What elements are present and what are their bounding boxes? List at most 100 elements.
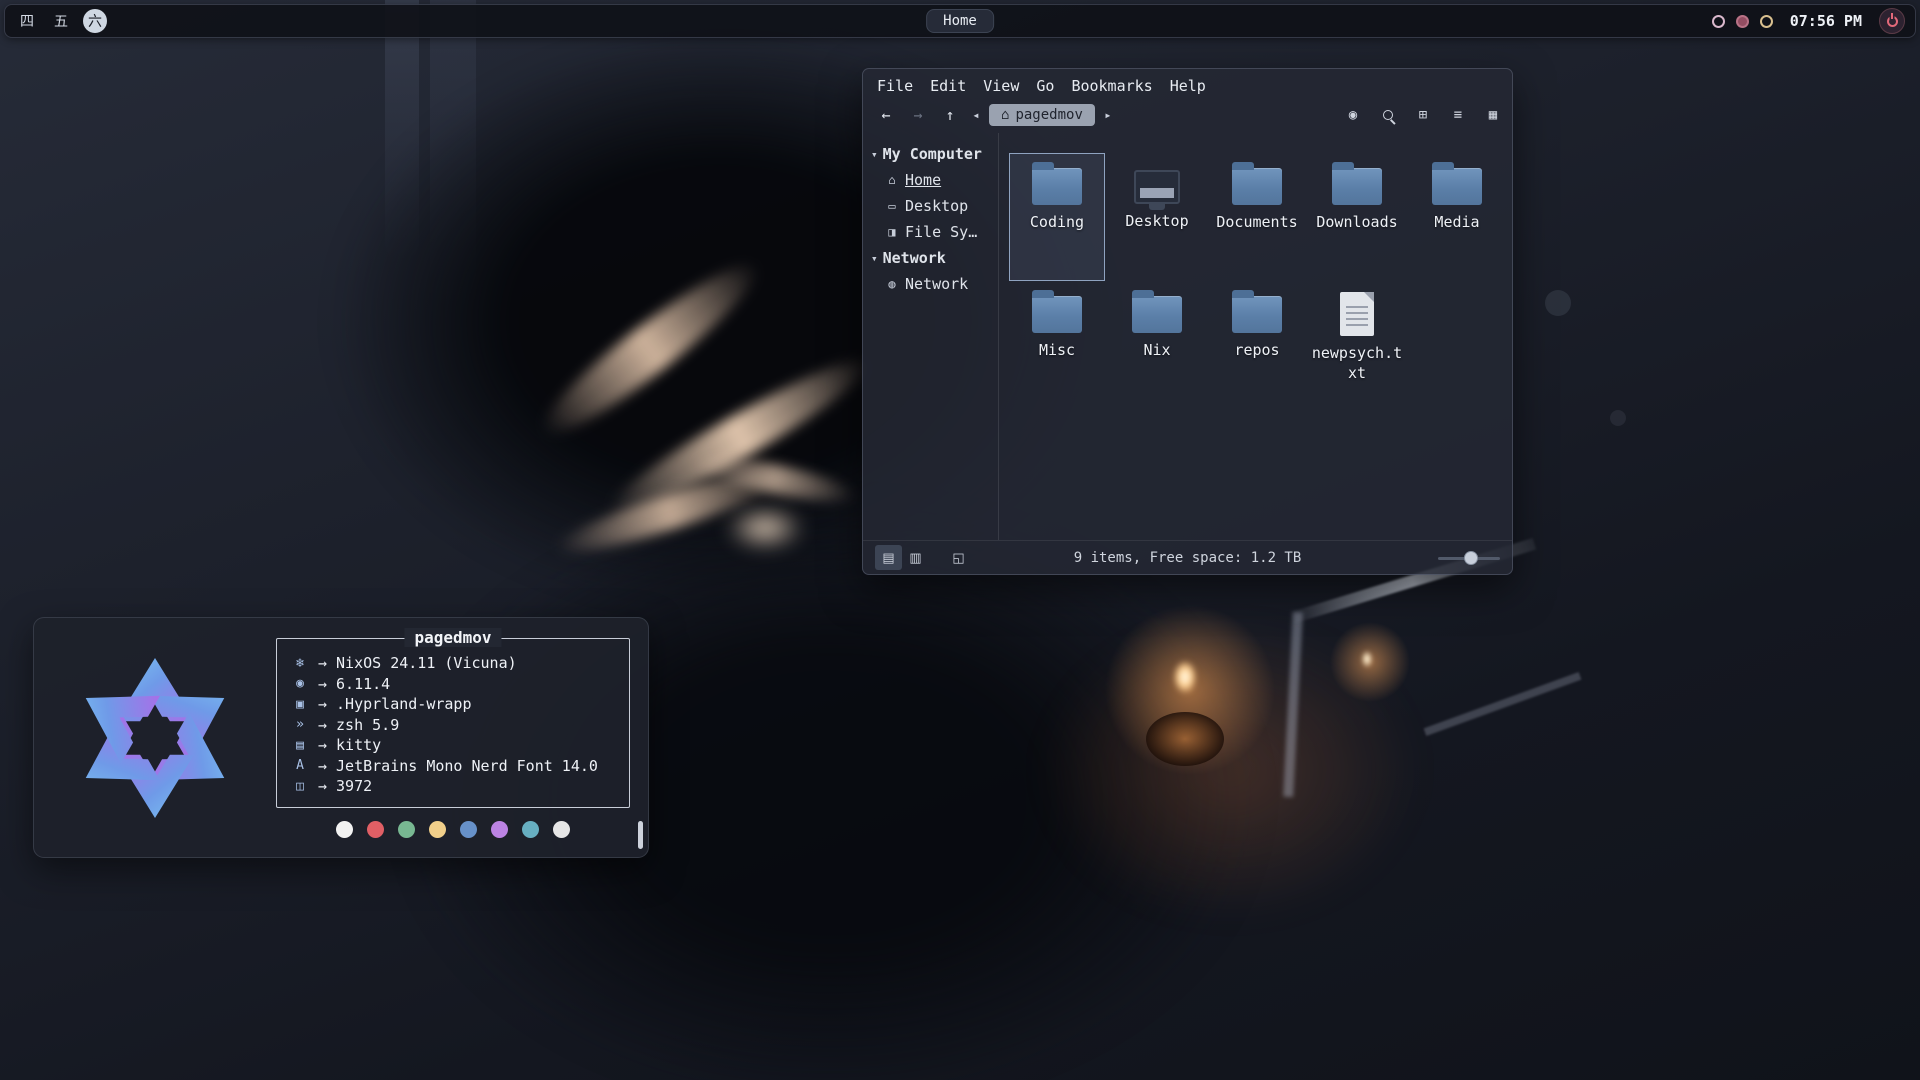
sidebar-section-network[interactable]: ▾ Network [871, 245, 998, 271]
window-body: ▾ My Computer ⌂ Home ▭ Desktop ◨ File Sy… [863, 133, 1512, 540]
file-item-downloads[interactable]: Downloads [1309, 153, 1405, 281]
color-swatch [491, 821, 508, 838]
magnifier-icon [1383, 110, 1393, 120]
search-icon[interactable] [1379, 106, 1397, 124]
folder-icon [1032, 296, 1082, 333]
file-item-nix[interactable]: Nix [1109, 281, 1205, 409]
sidebar-item-home[interactable]: ⌂ Home [871, 167, 998, 193]
icon-view-toggle[interactable]: ⊞ [1414, 106, 1432, 124]
os-value: NixOS 24.11 (Vicuna) [336, 654, 517, 672]
menu-view[interactable]: View [983, 77, 1019, 95]
power-icon [1887, 16, 1898, 27]
zoom-slider[interactable] [1438, 551, 1500, 565]
workspace-button-1[interactable]: 四 [15, 9, 39, 33]
scroll-indicator [638, 821, 643, 849]
menu-file[interactable]: File [877, 77, 913, 95]
nix-flake-icon: ❄ [291, 656, 309, 671]
arrow-icon: → [318, 736, 327, 754]
shell-icon: » [291, 717, 309, 732]
side-pane-toggle[interactable]: ▤ [875, 545, 902, 570]
workspace-switcher: 四 五 六 [15, 9, 107, 33]
chevron-down-icon: ▾ [871, 252, 878, 265]
sidebar-item-filesystem[interactable]: ◨ File Sy… [871, 219, 998, 245]
terminal-value: kitty [336, 736, 381, 754]
color-swatch [398, 821, 415, 838]
file-item-documents[interactable]: Documents [1209, 153, 1305, 281]
toolbar: ← → ↑ ◂ ⌂ pagedmov ▸ ◉ ⊞ ≡ ▦ [863, 99, 1512, 133]
file-item-newpsych-txt[interactable]: newpsych.txt [1309, 281, 1405, 409]
file-item-coding[interactable]: Coding [1009, 153, 1105, 281]
path-scroll-right-icon[interactable]: ▸ [1101, 108, 1115, 122]
hostname-title: pagedmov [404, 628, 501, 647]
folder-icon [1032, 168, 1082, 205]
file-item-misc[interactable]: Misc [1009, 281, 1105, 409]
wm-icon: ▣ [291, 697, 309, 712]
shell-value: zsh 5.9 [336, 716, 399, 734]
location-icon[interactable]: ◉ [1344, 106, 1362, 124]
menu-help[interactable]: Help [1170, 77, 1206, 95]
path-scroll-left-icon[interactable]: ◂ [969, 108, 983, 122]
system-tray: 07:56 PM [1712, 8, 1905, 34]
up-button[interactable]: ↑ [937, 103, 963, 127]
forward-button[interactable]: → [905, 103, 931, 127]
chevron-down-icon: ▾ [871, 148, 878, 161]
color-swatch [553, 821, 570, 838]
sidebar-item-label: Network [905, 275, 968, 293]
fetch-row-packages: ◫ → 3972 [291, 776, 615, 797]
file-item-desktop[interactable]: Desktop [1109, 153, 1205, 281]
file-name: Documents [1216, 212, 1297, 232]
back-button[interactable]: ← [873, 103, 899, 127]
file-manager-window: File Edit View Go Bookmarks Help ← → ↑ ◂… [862, 68, 1513, 575]
places-sidebar: ▾ My Computer ⌂ Home ▭ Desktop ◨ File Sy… [863, 133, 999, 540]
slider-knob[interactable] [1464, 551, 1478, 565]
dual-pane-toggle[interactable]: ◱ [945, 545, 972, 570]
menu-edit[interactable]: Edit [930, 77, 966, 95]
text-file-icon [1340, 292, 1374, 336]
kernel-icon: ◉ [291, 676, 309, 691]
menu-go[interactable]: Go [1036, 77, 1054, 95]
folder-icon [1432, 168, 1482, 205]
sidebar-section-my-computer[interactable]: ▾ My Computer [871, 141, 998, 167]
tree-view-toggle[interactable]: ▥ [902, 545, 929, 570]
workspace-button-2[interactable]: 五 [49, 9, 73, 33]
folder-icon [1232, 168, 1282, 205]
file-name: repos [1234, 340, 1279, 360]
file-item-repos[interactable]: repos [1209, 281, 1305, 409]
desktop-monitor-icon [1134, 170, 1180, 204]
fetch-info-frame: pagedmov ❄ → NixOS 24.11 (Vicuna) ◉ → 6.… [276, 638, 630, 808]
system-fetch-widget: pagedmov ❄ → NixOS 24.11 (Vicuna) ◉ → 6.… [33, 617, 649, 858]
folder-icon [1332, 168, 1382, 205]
font-icon: A [291, 758, 309, 773]
status-bar: ▤ ▥ ◱ 9 items, Free space: 1.2 TB [863, 540, 1512, 574]
sidebar-item-label: File Sy… [905, 223, 977, 241]
globe-icon: ◍ [885, 277, 899, 291]
file-name: Misc [1039, 340, 1075, 360]
tray-indicator-icon[interactable] [1736, 15, 1749, 28]
tray-indicator-icon[interactable] [1760, 15, 1773, 28]
sidebar-item-desktop[interactable]: ▭ Desktop [871, 193, 998, 219]
workspace-button-3-active[interactable]: 六 [83, 9, 107, 33]
wallpaper-light-beam [1424, 672, 1582, 736]
menu-bar: File Edit View Go Bookmarks Help [863, 69, 1512, 99]
path-label: pagedmov [1015, 107, 1082, 123]
file-item-media[interactable]: Media [1409, 153, 1505, 281]
sidebar-item-network[interactable]: ◍ Network [871, 271, 998, 297]
power-button[interactable] [1879, 8, 1905, 34]
path-button[interactable]: ⌂ pagedmov [989, 104, 1095, 126]
fetch-row-wm: ▣ → .Hyprland-wrapp [291, 694, 615, 715]
color-swatch [367, 821, 384, 838]
fetch-row-shell: » → zsh 5.9 [291, 715, 615, 736]
folder-icon [1232, 296, 1282, 333]
tray-indicator-icon[interactable] [1712, 15, 1725, 28]
section-label: My Computer [883, 145, 982, 163]
fetch-info-panel: pagedmov ❄ → NixOS 24.11 (Vicuna) ◉ → 6.… [276, 632, 630, 838]
menu-bookmarks[interactable]: Bookmarks [1071, 77, 1152, 95]
status-summary: 9 items, Free space: 1.2 TB [1074, 550, 1302, 566]
file-name: Downloads [1316, 212, 1397, 232]
section-label: Network [883, 249, 946, 267]
compact-view-toggle[interactable]: ▦ [1484, 106, 1502, 124]
arrow-icon: → [318, 716, 327, 734]
list-view-toggle[interactable]: ≡ [1449, 106, 1467, 124]
fetch-row-terminal: ▤ → kitty [291, 735, 615, 756]
color-swatch [460, 821, 477, 838]
